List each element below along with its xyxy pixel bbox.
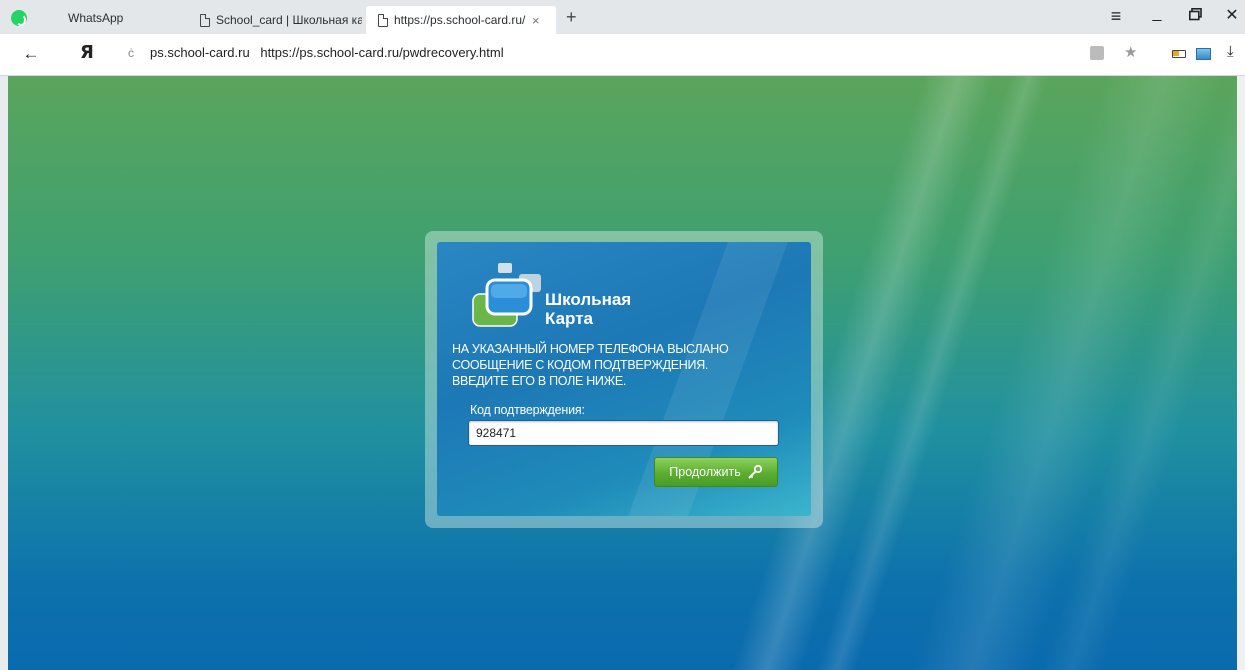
key-icon: [748, 464, 762, 479]
tab-pwdrecovery-active[interactable]: https://ps.school-card.ru/ ×: [366, 6, 556, 34]
protect-icon[interactable]: [1090, 46, 1104, 60]
message-line: НА УКАЗАННЫЙ НОМЕР ТЕЛЕФОНА ВЫСЛАНО: [452, 342, 729, 356]
page-scrollbar[interactable]: [1237, 76, 1245, 670]
sms-sent-message: НА УКАЗАННЫЙ НОМЕР ТЕЛЕФОНА ВЫСЛАНО СООБ…: [452, 341, 802, 389]
continue-button-label: Продолжить: [669, 465, 741, 479]
tab-label: School_card | Школьная кар: [216, 13, 362, 27]
yandex-button[interactable]: Я: [80, 42, 94, 63]
message-line: СООБЩЕНИЕ С КОДОМ ПОДТВЕРЖДЕНИЯ.: [452, 358, 709, 372]
browser-menu-button[interactable]: ≡: [1106, 6, 1126, 26]
tab-label: https://ps.school-card.ru/: [394, 13, 526, 27]
message-line: ВВЕДИТЕ ЕГО В ПОЛЕ НИЖЕ.: [452, 374, 627, 388]
tab-label: WhatsApp: [68, 11, 124, 25]
school-card-logo-icon: [472, 263, 541, 327]
new-tab-button[interactable]: +: [566, 8, 577, 26]
restore-button[interactable]: [1185, 6, 1205, 26]
image-extension-icon[interactable]: [1196, 48, 1211, 60]
battery-extension-icon[interactable]: [1172, 50, 1186, 58]
back-button[interactable]: ←: [20, 44, 42, 64]
url-domain: ps.school-card.ru: [150, 45, 250, 60]
document-icon: [200, 13, 210, 27]
browser-tab-strip: WhatsApp School_card | Школьная кар http…: [0, 0, 1245, 34]
bookmark-star-icon[interactable]: ★: [1124, 43, 1137, 61]
password-recovery-dialog: Школьная Карта НА УКАЗАННЫЙ НОМЕР ТЕЛЕФО…: [437, 242, 811, 516]
confirmation-code-label: Код подтверждения:: [470, 403, 585, 417]
tab-close-icon[interactable]: ×: [532, 13, 540, 28]
reload-icon[interactable]: ċ: [128, 46, 134, 60]
minimize-button[interactable]: _: [1147, 4, 1167, 24]
whatsapp-icon: [11, 10, 27, 26]
tab-school-card[interactable]: School_card | Школьная кар: [188, 6, 366, 34]
download-icon[interactable]: ⤓: [1227, 43, 1234, 60]
logo-line-1: Школьная: [545, 290, 632, 309]
url-field[interactable]: ps.school-card.ru https://ps.school-card…: [150, 45, 504, 60]
school-card-logo-text: Школьная Карта: [545, 290, 631, 328]
url-full: https://ps.school-card.ru/pwdrecovery.ht…: [260, 45, 504, 60]
tab-whatsapp[interactable]: WhatsApp: [0, 6, 180, 30]
continue-button[interactable]: Продолжить: [654, 457, 778, 487]
document-icon: [378, 13, 388, 27]
logo-line-2: Карта: [545, 309, 593, 328]
restore-icon: [1188, 8, 1202, 21]
address-bar: ← Я ċ ps.school-card.ru https://ps.schoo…: [0, 34, 1245, 76]
close-window-button[interactable]: ✕: [1222, 6, 1242, 26]
confirmation-code-input[interactable]: [468, 420, 779, 446]
